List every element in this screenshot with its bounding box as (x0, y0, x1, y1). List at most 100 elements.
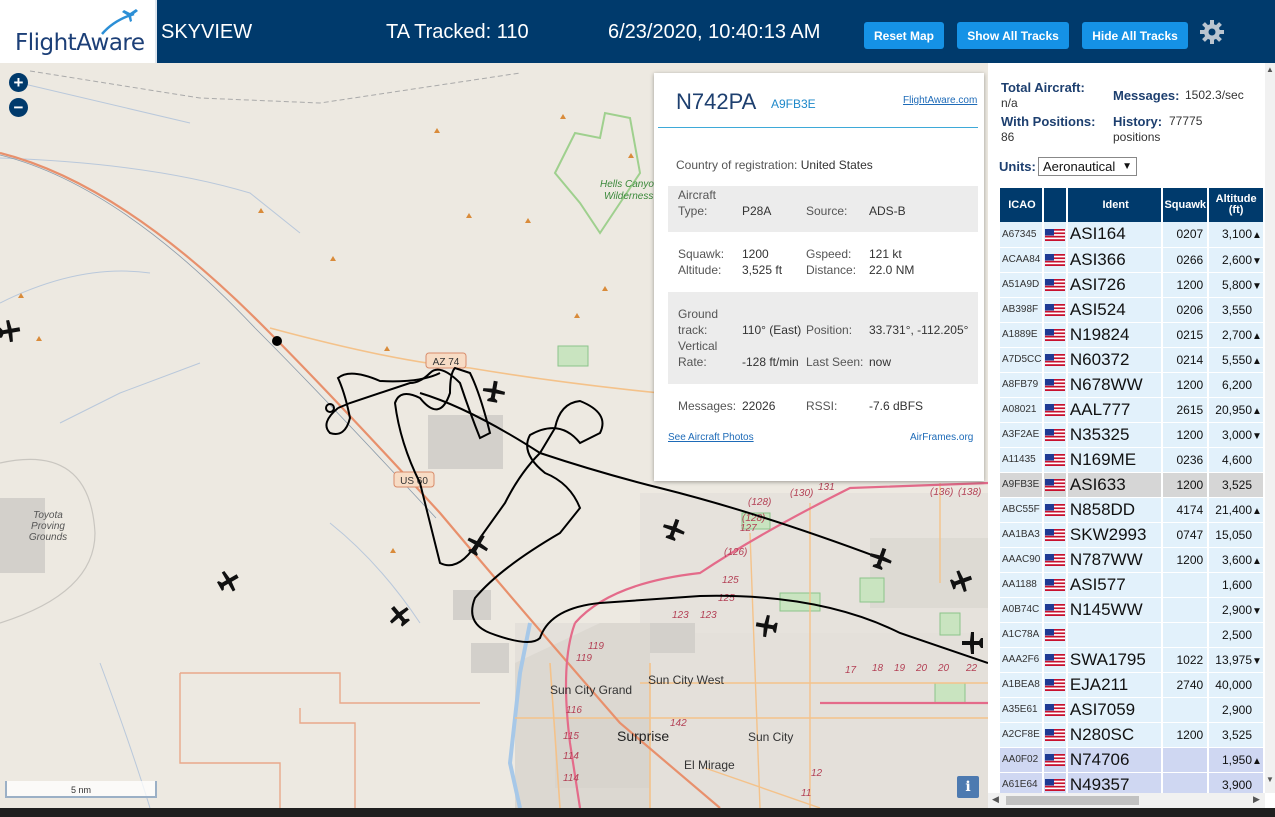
row-ident: N145WW (1066, 597, 1164, 623)
altitude-value: 3,000 (1221, 427, 1252, 442)
table-row[interactable]: A7D5CC N60372 0214 5,550▲ (1000, 347, 1265, 373)
altitude-trend-icon: ▼ (1252, 255, 1262, 267)
airframes-link[interactable]: AirFrames.org (910, 432, 973, 443)
row-ident: ASI633 (1066, 472, 1164, 498)
header-ident[interactable]: Ident (1066, 188, 1164, 222)
history-value: 77775 (1169, 114, 1203, 128)
scroll-right-arrow-icon[interactable]: ▶ (1253, 794, 1260, 805)
altitude-value: 13,975 (1215, 652, 1252, 667)
svg-text:AZ 74: AZ 74 (433, 357, 460, 368)
table-row[interactable]: A51A9D ASI726 1200 5,800▼ (1000, 272, 1265, 298)
us-flag-icon (1042, 347, 1068, 373)
logo-text: FlightAware (15, 30, 145, 56)
altitude-value: 15,050 (1215, 527, 1252, 542)
row-icao: A51A9D (1000, 272, 1044, 298)
hide-all-tracks-button[interactable]: Hide All Tracks (1082, 22, 1188, 49)
table-row[interactable]: ABC55F N858DD 4174 21,400▲ (1000, 497, 1265, 523)
svg-text:142: 142 (670, 718, 687, 729)
row-icao: A9FB3E (1000, 472, 1044, 498)
row-ident: ASI164 (1066, 222, 1164, 248)
row-squawk: 0236 (1162, 447, 1210, 473)
row-ident: N60372 (1066, 347, 1164, 373)
row-squawk: 1200 (1162, 372, 1210, 398)
table-row[interactable]: A67345 ASI164 0207 3,100▲ (1000, 222, 1265, 248)
flightaware-logo[interactable]: FlightAware (0, 0, 157, 63)
country-value: United States (800, 158, 873, 172)
table-row[interactable]: AB398F ASI524 0206 3,550 (1000, 297, 1265, 323)
row-squawk (1162, 747, 1210, 773)
zoom-out-button[interactable]: − (9, 98, 28, 117)
aircraft-icon (389, 606, 410, 627)
header-flag[interactable] (1042, 188, 1068, 222)
table-row[interactable]: A0B74C N145WW 2,900▼ (1000, 597, 1265, 623)
us-flag-icon (1042, 672, 1068, 698)
gspeed-label: Gspeed: (806, 247, 852, 261)
reset-map-button[interactable]: Reset Map (864, 22, 944, 49)
railroad (29, 70, 521, 104)
scroll-left-arrow-icon[interactable]: ◀ (992, 794, 999, 805)
type-value: P28A (742, 204, 772, 218)
row-squawk: 4174 (1162, 497, 1210, 523)
info-button[interactable]: i (957, 776, 979, 798)
row-altitude: 3,525 (1208, 472, 1265, 498)
row-squawk (1162, 697, 1210, 723)
altitude-value: 2,900 (1221, 602, 1252, 617)
flightaware-link[interactable]: FlightAware.com (903, 95, 977, 106)
aircraft-icon (216, 570, 239, 592)
table-row[interactable]: A11435 N169ME 0236 4,600 (1000, 447, 1265, 473)
last-seen-value: now (869, 355, 892, 369)
altitude-trend-icon: ▲ (1252, 405, 1262, 417)
table-row[interactable]: ACAA84 ASI366 0266 2,600▼ (1000, 247, 1265, 273)
horizontal-scrollbar[interactable]: ◀ ▶ (988, 793, 1265, 808)
row-icao: AB398F (1000, 297, 1044, 323)
us-flag-icon (1042, 722, 1068, 748)
table-row[interactable]: A2CF8E N280SC 1200 3,525 (1000, 722, 1265, 748)
altitude-value: 3,525 (1221, 727, 1252, 742)
table-row[interactable]: A08021 AAL777 2615 20,950▲ (1000, 397, 1265, 423)
table-row[interactable]: A3F2AE N35325 1200 3,000▼ (1000, 422, 1265, 448)
vertical-scrollbar[interactable]: ▲ ▼ (1265, 63, 1275, 793)
altitude-value: 20,950 (1215, 402, 1252, 417)
aircraft-photos-link[interactable]: See Aircraft Photos (668, 432, 754, 443)
row-ident: N35325 (1066, 422, 1164, 448)
altitude-value: 3,900 (1221, 777, 1252, 792)
row-altitude: 3,525 (1208, 722, 1265, 748)
zoom-in-button[interactable]: + (9, 73, 28, 92)
total-aircraft-label: Total Aircraft: (1001, 80, 1085, 95)
table-row[interactable]: AA1188 ASI577 1,600 (1000, 572, 1265, 598)
svg-text:19: 19 (894, 663, 906, 674)
header-squawk[interactable]: Squawk (1162, 188, 1210, 222)
table-row[interactable]: AAAC90 N787WW 1200 3,600▲ (1000, 547, 1265, 573)
header-altitude[interactable]: Altitude (ft) (1208, 188, 1265, 222)
aircraft-icon (0, 319, 21, 343)
svg-text:18: 18 (872, 663, 884, 674)
svg-text:115: 115 (563, 731, 579, 742)
altitude-value: 2,600 (1221, 252, 1252, 267)
row-altitude: 20,950▲ (1208, 397, 1265, 423)
table-row[interactable]: AA1BA3 SKW2993 0747 15,050 (1000, 522, 1265, 548)
table-row[interactable]: A1BEA8 EJA211 2740 40,000 (1000, 672, 1265, 698)
row-ident: N169ME (1066, 447, 1164, 473)
show-all-tracks-button[interactable]: Show All Tracks (957, 22, 1069, 49)
scroll-down-arrow-icon[interactable]: ▼ (1266, 775, 1274, 784)
row-ident: N858DD (1066, 497, 1164, 523)
row-altitude: 3,600▲ (1208, 547, 1265, 573)
header-icao[interactable]: ICAO (1000, 188, 1044, 222)
horizontal-scroll-thumb[interactable] (1006, 796, 1139, 805)
table-row[interactable]: A1C78A 2,500 (1000, 622, 1265, 648)
table-row[interactable]: A8FB79 N678WW 1200 6,200 (1000, 372, 1265, 398)
gear-icon[interactable] (1198, 18, 1226, 46)
table-row[interactable]: A1889E N19824 0215 2,700▲ (1000, 322, 1265, 348)
table-row[interactable]: AAA2F6 SWA1795 1022 13,975▼ (1000, 647, 1265, 673)
table-row[interactable]: A35E61 ASI7059 2,900 (1000, 697, 1265, 723)
table-row[interactable]: AA0F02 N74706 1,950▲ (1000, 747, 1265, 773)
svg-text:123: 123 (700, 610, 717, 621)
row-altitude: 5,550▲ (1208, 347, 1265, 373)
row-squawk: 2740 (1162, 672, 1210, 698)
scroll-up-arrow-icon[interactable]: ▲ (1266, 65, 1274, 74)
table-row[interactable]: A9FB3E ASI633 1200 3,525 (1000, 472, 1265, 498)
row-squawk: 0206 (1162, 297, 1210, 323)
row-icao: A7D5CC (1000, 347, 1044, 373)
svg-text:114: 114 (563, 773, 579, 784)
units-select[interactable]: Aeronautical ▼ (1038, 157, 1137, 176)
